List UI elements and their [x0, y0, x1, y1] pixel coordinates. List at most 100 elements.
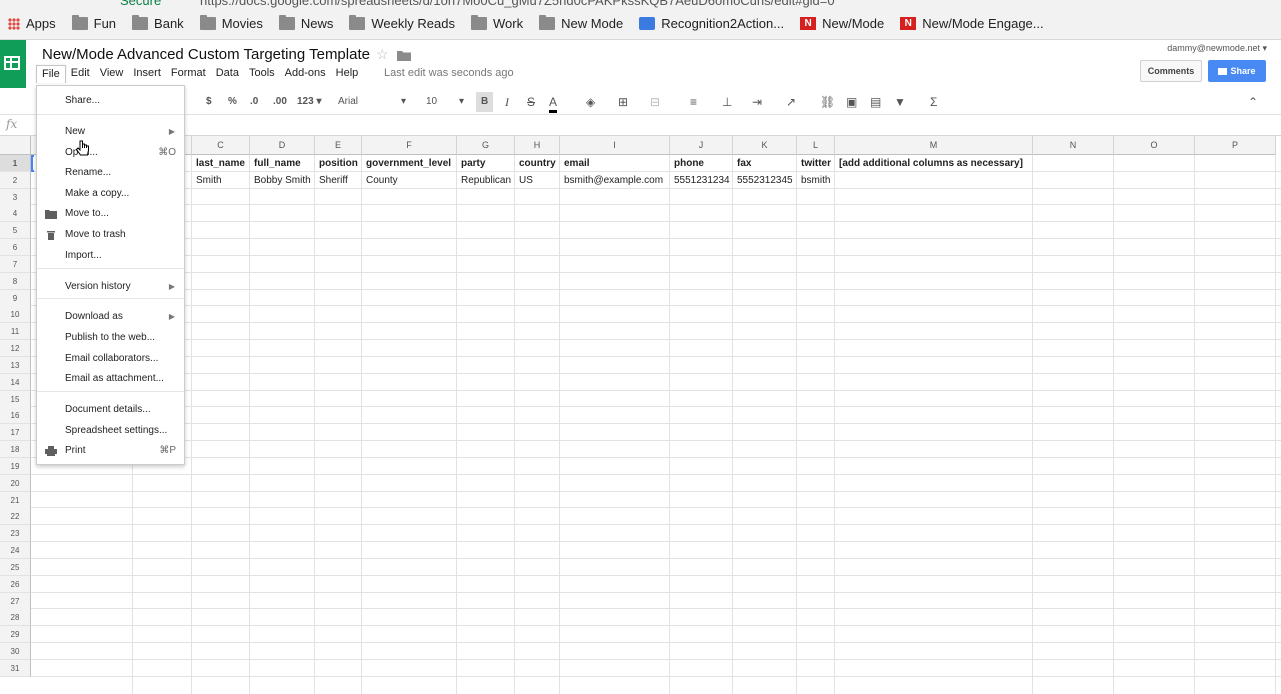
row-header-18[interactable]: 18	[0, 441, 31, 459]
menu-file[interactable]: File	[36, 65, 66, 83]
strikethrough-icon[interactable]: S	[527, 94, 535, 110]
cell-g2[interactable]: Republican	[458, 172, 515, 189]
address-bar[interactable]: Secure https://docs.google.com/spreadshe…	[0, 0, 1281, 8]
spreadsheet-grid[interactable]: ABCDEFGHIJKLMNOP123456789101112131415161…	[0, 136, 1281, 694]
row-header-12[interactable]: 12	[0, 340, 31, 358]
functions-icon[interactable]: Σ	[930, 94, 937, 110]
formula-bar[interactable]: fx	[0, 115, 1281, 136]
cell-h2[interactable]: US	[516, 172, 560, 189]
row-header-4[interactable]: 4	[0, 205, 31, 223]
row-header-26[interactable]: 26	[0, 575, 31, 593]
font-size-select[interactable]: 10 ▾	[426, 94, 464, 110]
star-icon[interactable]: ☆	[376, 46, 389, 63]
percent-format-button[interactable]: %	[228, 94, 237, 110]
file-menu-new[interactable]: New ▶	[37, 123, 184, 141]
row-header-21[interactable]: 21	[0, 491, 31, 509]
row-header-10[interactable]: 10	[0, 306, 31, 324]
file-menu-move-to[interactable]: Move to...	[37, 205, 184, 223]
cell-j2[interactable]: 5551231234	[671, 172, 733, 189]
row-header-16[interactable]: 16	[0, 407, 31, 425]
menu-edit[interactable]: Edit	[66, 65, 95, 83]
cell-c1[interactable]: last_name	[193, 155, 250, 172]
decrease-decimal-button[interactable]: .0	[250, 94, 258, 110]
cell-d2[interactable]: Bobby Smith	[251, 172, 315, 189]
row-header-29[interactable]: 29	[0, 626, 31, 644]
row-header-8[interactable]: 8	[0, 272, 31, 290]
column-header-p[interactable]: P	[1195, 136, 1276, 155]
document-title[interactable]: New/Mode Advanced Custom Targeting Templ…	[42, 46, 370, 63]
bookmark-8[interactable]: Recognition2Action...	[639, 16, 784, 31]
file-menu-open[interactable]: Open...⌘O	[37, 144, 184, 162]
borders-icon[interactable]: ⊞	[618, 94, 628, 110]
row-header-11[interactable]: 11	[0, 323, 31, 341]
italic-icon[interactable]: I	[505, 94, 509, 110]
file-menu-share[interactable]: Share...	[37, 92, 184, 110]
move-folder-icon[interactable]	[397, 50, 411, 61]
currency-format-button[interactable]: $	[206, 94, 212, 110]
row-header-1[interactable]: 1	[0, 155, 31, 172]
bookmark-1[interactable]: Fun	[71, 15, 116, 31]
cell-g1[interactable]: party	[458, 155, 515, 172]
menu-add-ons[interactable]: Add-ons	[280, 65, 331, 83]
menu-insert[interactable]: Insert	[128, 65, 166, 83]
file-menu-download-as[interactable]: Download as ▶	[37, 308, 184, 326]
file-menu-email-collaborators[interactable]: Email collaborators...	[37, 350, 184, 368]
text-wrap-icon[interactable]: ⇥	[752, 94, 762, 110]
row-header-31[interactable]: 31	[0, 659, 31, 677]
bookmark-9[interactable]: N New/Mode	[800, 16, 884, 31]
cell-i1[interactable]: email	[561, 155, 670, 172]
column-header-d[interactable]: D	[250, 136, 315, 155]
fill-color-icon[interactable]: ◈	[586, 94, 595, 110]
cell-e2[interactable]: Sheriff	[316, 172, 362, 189]
row-header-27[interactable]: 27	[0, 592, 31, 610]
row-header-3[interactable]: 3	[0, 188, 31, 206]
bookmark-0[interactable]: Apps	[8, 16, 56, 31]
cell-f1[interactable]: government_level	[363, 155, 457, 172]
row-header-20[interactable]: 20	[0, 474, 31, 492]
cell-k2[interactable]: 5552312345	[734, 172, 797, 189]
share-button[interactable]: Share	[1208, 60, 1266, 82]
file-menu-rename[interactable]: Rename...	[37, 164, 184, 182]
collapse-menu-icon[interactable]: ⌃	[1248, 94, 1258, 110]
row-header-25[interactable]: 25	[0, 558, 31, 576]
row-header-17[interactable]: 17	[0, 424, 31, 442]
menu-format[interactable]: Format	[166, 65, 211, 83]
row-header-6[interactable]: 6	[0, 239, 31, 257]
row-header-19[interactable]: 19	[0, 457, 31, 475]
url-text[interactable]: https://docs.google.com/spreadsheets/d/1…	[200, 0, 835, 8]
file-menu-spreadsheet-settings[interactable]: Spreadsheet settings...	[37, 422, 184, 440]
file-menu-make-a-copy[interactable]: Make a copy...	[37, 185, 184, 203]
row-header-7[interactable]: 7	[0, 255, 31, 273]
row-header-15[interactable]: 15	[0, 390, 31, 408]
row-header-30[interactable]: 30	[0, 643, 31, 661]
column-header-e[interactable]: E	[315, 136, 362, 155]
column-header-j[interactable]: J	[670, 136, 733, 155]
cell-k1[interactable]: fax	[734, 155, 797, 172]
column-header-k[interactable]: K	[733, 136, 797, 155]
menu-data[interactable]: Data	[211, 65, 244, 83]
text-color-icon[interactable]: A	[549, 94, 558, 113]
cell-h1[interactable]: country	[516, 155, 560, 172]
column-header-i[interactable]: I	[560, 136, 670, 155]
merge-cells-icon[interactable]: ⊟	[650, 94, 660, 110]
column-header-l[interactable]: L	[797, 136, 835, 155]
insert-link-icon[interactable]: ⛓	[820, 94, 835, 110]
cell-l1[interactable]: twitter	[798, 155, 835, 172]
cell-d1[interactable]: full_name	[251, 155, 315, 172]
row-header-5[interactable]: 5	[0, 222, 31, 240]
comments-button[interactable]: Comments	[1140, 60, 1202, 82]
cell-f2[interactable]: County	[363, 172, 457, 189]
cell-l2[interactable]: bsmith	[798, 172, 835, 189]
file-menu-print[interactable]: Print ⌘P	[37, 442, 184, 460]
column-header-g[interactable]: G	[457, 136, 515, 155]
row-header-23[interactable]: 23	[0, 525, 31, 543]
bold-button[interactable]: B	[476, 92, 494, 112]
bookmark-3[interactable]: Movies	[199, 15, 263, 31]
bookmark-6[interactable]: Work	[470, 15, 523, 31]
file-menu-email-as-attachment[interactable]: Email as attachment...	[37, 370, 184, 388]
file-menu-version-history[interactable]: Version history ▶	[37, 278, 184, 296]
number-format-button[interactable]: 123 ▾	[297, 94, 322, 110]
column-header-m[interactable]: M	[835, 136, 1033, 155]
file-menu-move-to-trash[interactable]: Move to trash	[37, 226, 184, 244]
cell-c2[interactable]: Smith	[193, 172, 250, 189]
